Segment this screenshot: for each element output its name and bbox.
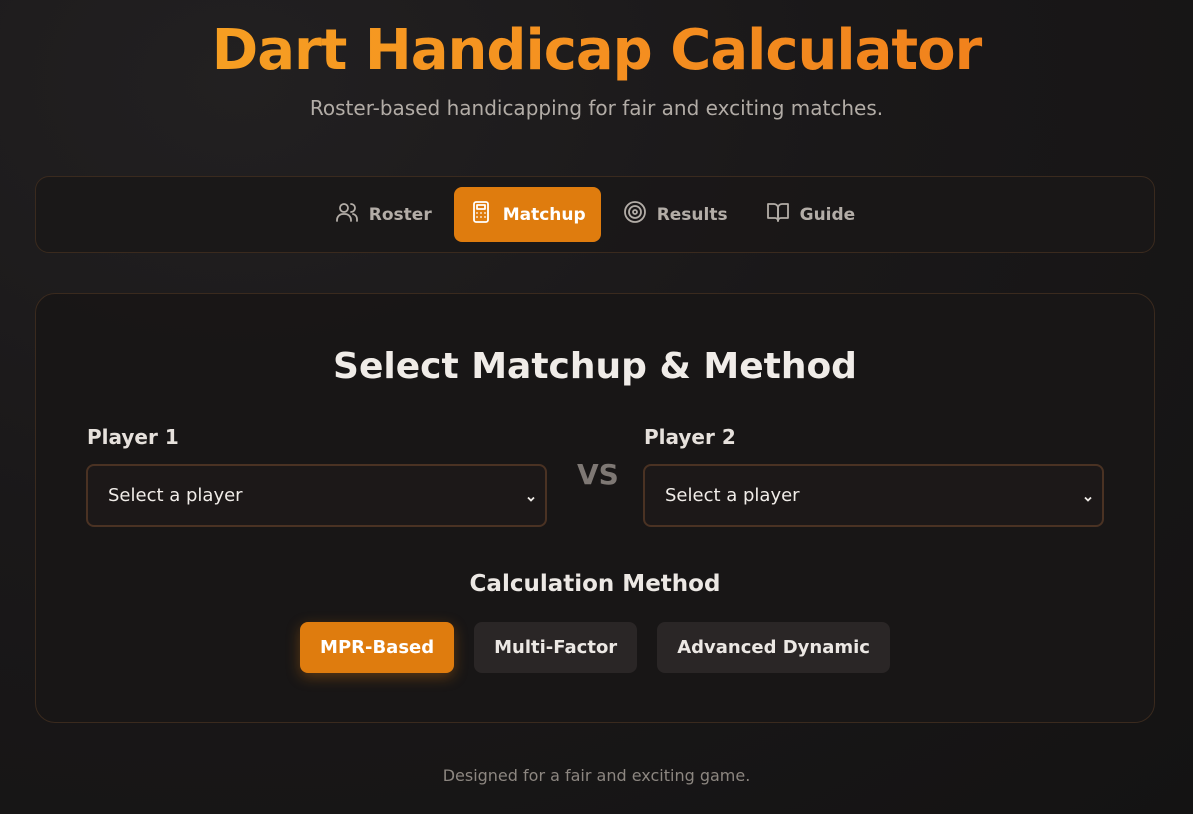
book-open-icon xyxy=(766,200,790,229)
matchup-card: Select Matchup & Method Player 1 Select … xyxy=(35,293,1155,723)
tab-matchup[interactable]: Matchup xyxy=(453,187,601,242)
vs-label: VS xyxy=(577,458,619,491)
tab-label: Results xyxy=(656,204,728,225)
tab-label: Matchup xyxy=(502,204,586,225)
target-icon xyxy=(623,200,647,229)
mpr-based-button[interactable]: MPR-Based xyxy=(300,622,455,673)
player2-select[interactable]: Select a player xyxy=(643,464,1104,527)
calculation-method-title: Calculation Method xyxy=(469,571,721,597)
calculator-icon xyxy=(469,200,493,229)
tab-guide[interactable]: Guide xyxy=(750,187,872,242)
player1-label: Player 1 xyxy=(87,425,179,449)
tab-label: Guide xyxy=(799,204,856,225)
player1-select[interactable]: Select a player xyxy=(86,464,547,527)
tab-label: Roster xyxy=(368,204,432,225)
app-subtitle: Roster-based handicapping for fair and e… xyxy=(309,96,884,120)
player2-select-value: Select a player xyxy=(665,485,800,506)
tab-roster[interactable]: Roster xyxy=(319,187,448,242)
player2-label: Player 2 xyxy=(644,425,736,449)
matchup-title: Select Matchup & Method xyxy=(333,346,857,387)
tab-results[interactable]: Results xyxy=(607,187,744,242)
chevron-down-icon xyxy=(525,489,537,502)
chevron-down-icon xyxy=(1082,489,1094,502)
users-icon xyxy=(335,200,359,229)
advanced-dynamic-button[interactable]: Advanced Dynamic xyxy=(657,622,890,673)
main-nav: Roster Matchup Results Guide xyxy=(35,176,1155,253)
player1-select-value: Select a player xyxy=(108,485,243,506)
app-title: Dart Handicap Calculator xyxy=(0,18,1193,83)
multi-factor-button[interactable]: Multi-Factor xyxy=(474,622,638,673)
footer-text: Designed for a fair and exciting game. xyxy=(442,766,751,785)
method-selector: MPR-Based Multi-Factor Advanced Dynamic xyxy=(36,622,1154,673)
